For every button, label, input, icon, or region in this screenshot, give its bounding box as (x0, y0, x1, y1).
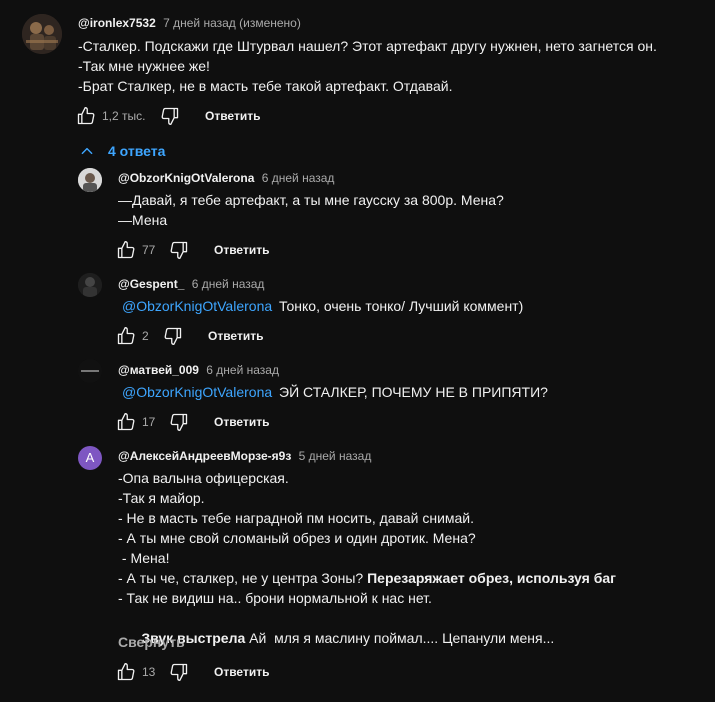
avatar-letter: А (85, 450, 95, 465)
comment-actions: 77 Ответить (116, 240, 316, 260)
author-name[interactable]: @ObzorKnigOtValerona (118, 171, 254, 185)
avatar-image (22, 14, 62, 54)
comment-line: Звук выстрела Ай мля я маслину поймал...… (118, 608, 616, 668)
comment-line: @ObzorKnigOtValerona Тонко, очень тонко/… (118, 296, 523, 316)
like-count: 13 (142, 665, 156, 679)
like-count: 17 (142, 415, 156, 429)
comment-line: —Давай, я тебе артефакт, а ты мне гаусск… (118, 192, 504, 208)
avatar-image (78, 168, 102, 192)
author-name[interactable]: @Gespent_ (118, 277, 184, 291)
dislike-icon[interactable] (169, 240, 189, 260)
like-icon[interactable] (116, 326, 136, 346)
comment-actions: 2 Ответить (116, 326, 316, 346)
like-icon[interactable] (116, 412, 136, 432)
comment-text: @ObzorKnigOtValerona Тонко, очень тонко/… (118, 296, 523, 316)
reply-button[interactable]: Ответить (208, 329, 263, 343)
like-icon[interactable] (76, 106, 96, 126)
collapse-button[interactable]: Свернуть (118, 634, 185, 650)
comment-header: @ObzorKnigOtValerona 6 дней назад (118, 171, 334, 185)
replies-count-label: 4 ответа (108, 143, 166, 159)
author-name[interactable]: @АлексейАндреевМорзе-я9з (118, 449, 291, 463)
reply-button[interactable]: Ответить (214, 415, 269, 429)
dislike-icon[interactable] (169, 412, 189, 432)
avatar[interactable] (22, 14, 62, 54)
comment-line: -Опа валына офицерская. (118, 470, 289, 486)
comment-line: - А ты мне свой сломаный обрез и один др… (118, 530, 476, 546)
dislike-icon[interactable] (163, 326, 183, 346)
comment-line: -Сталкер. Подскажи где Штурвал нашел? Эт… (78, 38, 657, 54)
comment-header: @матвей_009 6 дней назад (118, 363, 279, 377)
comment-header: @АлексейАндреевМорзе-я9з 5 дней назад (118, 449, 371, 463)
comment-line: - А ты че, сталкер, не у центра Зоны? Пе… (118, 568, 616, 588)
comment-actions: 17 Ответить (116, 412, 316, 432)
comment-line-text: - А ты че, сталкер, не у центра Зоны? (118, 570, 368, 586)
mention-link[interactable]: @ObzorKnigOtValerona (122, 384, 272, 400)
avatar-image (78, 273, 102, 297)
avatar[interactable] (78, 273, 102, 297)
like-count: 77 (142, 243, 156, 257)
avatar[interactable] (78, 168, 102, 192)
comment-header: @ironlex7532 7 дней назад (изменено) (78, 16, 301, 30)
comment-header: @Gespent_ 6 дней назад (118, 277, 264, 291)
comment-line: -Так мне нужнее же! (78, 58, 210, 74)
comment-line-bold: Перезаряжает обрез, используя баг (367, 570, 616, 586)
reply-button[interactable]: Ответить (214, 243, 269, 257)
reply-button[interactable]: Ответить (205, 109, 260, 123)
like-count: 1,2 тыс. (102, 109, 146, 123)
comment-line-text: ЭЙ СТАЛКЕР, ПОЧЕМУ НЕ В ПРИПЯТИ? (279, 384, 548, 400)
avatar[interactable]: А (78, 446, 102, 470)
comment-time[interactable]: 5 дней назад (299, 449, 372, 463)
chevron-up-icon (81, 147, 93, 155)
comment-time[interactable]: 6 дней назад (192, 277, 265, 291)
comment-actions: 1,2 тыс. Ответить (76, 106, 276, 126)
avatar-image (78, 359, 102, 383)
like-icon[interactable] (116, 662, 136, 682)
comment-time[interactable]: 7 дней назад (изменено) (163, 16, 301, 30)
mention-link[interactable]: @ObzorKnigOtValerona (122, 298, 272, 314)
author-name[interactable]: @ironlex7532 (78, 16, 156, 30)
comment-line: -Брат Сталкер, не в масть тебе такой арт… (78, 78, 453, 94)
comment-time[interactable]: 6 дней назад (206, 363, 279, 377)
comment-line: —Мена (118, 212, 168, 228)
like-icon[interactable] (116, 240, 136, 260)
comment-time[interactable]: 6 дней назад (262, 171, 335, 185)
comment-text: —Давай, я тебе артефакт, а ты мне гаусск… (118, 190, 504, 230)
comment-line-text: Тонко, очень тонко/ Лучший коммент) (279, 298, 524, 314)
reply-button[interactable]: Ответить (214, 665, 269, 679)
comment-text: -Сталкер. Подскажи где Штурвал нашел? Эт… (78, 36, 657, 96)
comment-line: -Так я майор. (118, 490, 205, 506)
dislike-icon[interactable] (160, 106, 180, 126)
like-count: 2 (142, 329, 149, 343)
avatar[interactable] (78, 359, 102, 383)
comment-text: @ObzorKnigOtValerona ЭЙ СТАЛКЕР, ПОЧЕМУ … (118, 382, 548, 402)
comment-text: -Опа валына офицерская. -Так я майор. - … (118, 468, 616, 668)
comment-line: - Так не видиш на.. брони нормальной к н… (118, 590, 432, 606)
dislike-icon[interactable] (169, 662, 189, 682)
comment-line-text: Ай мля я маслину поймал.... Цепанули мен… (245, 630, 555, 646)
comment-actions: 13 Ответить (116, 662, 316, 682)
comment-line: - Не в масть тебе наградной пм носить, д… (118, 510, 475, 526)
author-name[interactable]: @матвей_009 (118, 363, 199, 377)
comment-line: @ObzorKnigOtValerona ЭЙ СТАЛКЕР, ПОЧЕМУ … (118, 382, 548, 402)
comment-line: - Мена! (118, 550, 170, 566)
